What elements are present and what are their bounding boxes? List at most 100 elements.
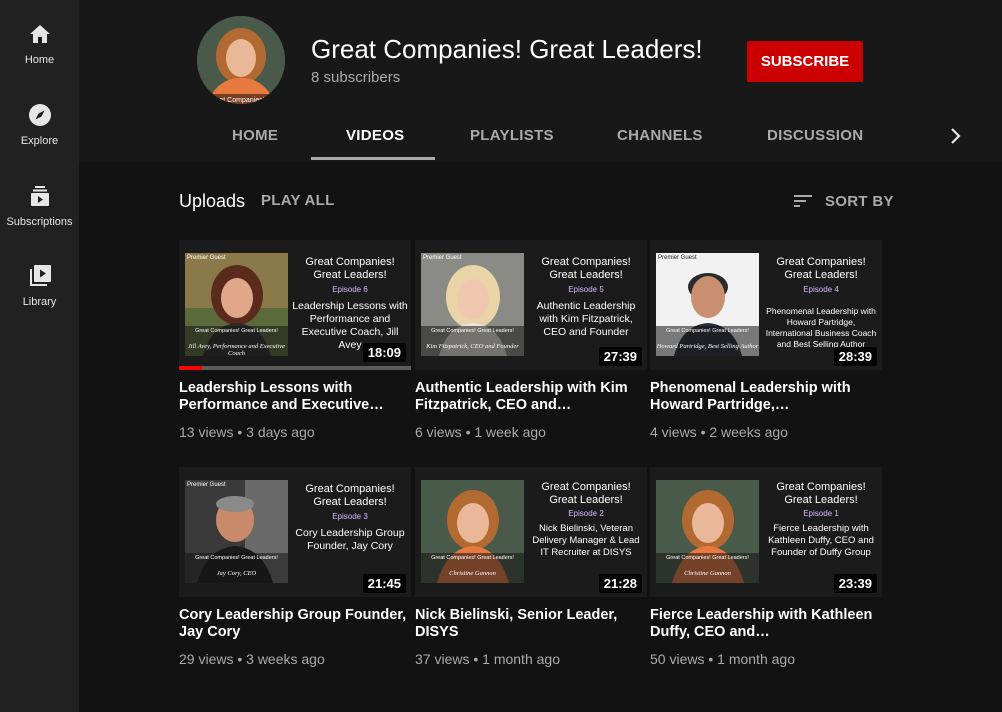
video-thumbnail[interactable]: Premier Guest Great Companies! Great Lea… — [179, 240, 411, 370]
strip-title: Great Companies! Great Leaders! — [666, 328, 749, 334]
thumbnail-description: Nick Bielinski, Veteran Delivery Manager… — [532, 523, 640, 558]
video-meta: 4 views • 2 weeks ago — [650, 424, 788, 440]
video-card[interactable]: Premier Guest Great Companies! Great Lea… — [179, 240, 411, 440]
thumbnail-heading: Great Companies! Great Leaders! — [776, 256, 866, 281]
thumbnail-description: Authentic Leadership with Kim Fitzpatric… — [536, 300, 636, 338]
sidebar: Home Explore Subscriptions Library — [0, 0, 79, 712]
thumbnail-caption-strip: Great Companies! Great Leaders! Jill Ave… — [185, 326, 288, 357]
episode-label: Episode 6 — [332, 285, 368, 294]
subscriptions-icon — [30, 186, 49, 206]
video-title[interactable]: Leadership Lessons with Performance and … — [179, 380, 411, 414]
premier-guest-label: Premier Guest — [187, 482, 226, 488]
chevron-right-icon[interactable] — [943, 124, 967, 148]
thumbnail-description: Cory Leadership Group Founder, Jay Cory — [295, 527, 405, 552]
tab-videos[interactable]: VIDEOS — [346, 127, 404, 144]
uploads-heading: Uploads — [179, 191, 246, 211]
subscribe-button[interactable]: SUBSCRIBE — [747, 41, 863, 82]
video-card[interactable]: Premier Guest Great Companies! Great Lea… — [650, 240, 882, 440]
strip-title: Great Companies! Great Leaders! — [431, 328, 514, 334]
play-all-button[interactable]: PLAY ALL — [261, 192, 335, 209]
video-title[interactable]: Fierce Leadership with Kathleen Duffy, C… — [650, 607, 882, 641]
sidebar-item-label: Explore — [20, 135, 59, 147]
sidebar-item-label: Subscriptions — [6, 216, 73, 228]
strip-signature: Jill Avey, Performance and Executive Coa… — [187, 343, 286, 357]
strip-signature: Christine Gannon — [684, 570, 731, 577]
thumbnail-description: Fierce Leadership with Kathleen Duffy, C… — [768, 523, 874, 558]
strip-signature: Howard Partridge, Best Selling Author — [656, 343, 759, 350]
thumbnail-description: Phenomenal Leadership with Howard Partri… — [765, 306, 877, 349]
video-card[interactable]: Great Companies! Great Leaders! Christin… — [650, 467, 882, 667]
video-card[interactable]: Premier Guest Great Companies! Great Lea… — [415, 240, 647, 440]
video-title[interactable]: Nick Bielinski, Senior Leader, DISYS — [415, 607, 647, 641]
strip-title: Great Companies! Great Leaders! — [666, 555, 749, 561]
premier-guest-label: Premier Guest — [423, 255, 462, 261]
video-card[interactable]: Premier Guest Great Companies! Great Lea… — [179, 467, 411, 667]
library-icon — [29, 265, 51, 286]
episode-label: Episode 2 — [568, 509, 604, 518]
channel-header: Great Companies! Gr Great Companies! Gre… — [79, 0, 1002, 162]
compass-icon — [28, 104, 51, 126]
episode-label: Episode 4 — [803, 285, 839, 294]
strip-signature: Christine Gannon — [449, 570, 496, 577]
video-title[interactable]: Cory Leadership Group Founder, Jay Cory — [179, 607, 411, 641]
home-icon — [29, 25, 50, 43]
active-tab-indicator — [311, 157, 435, 160]
sidebar-item-explore[interactable]: Explore — [0, 103, 79, 175]
video-title[interactable]: Phenomenal Leadership with Howard Partri… — [650, 380, 882, 414]
video-duration: 27:39 — [598, 347, 642, 366]
sidebar-item-library[interactable]: Library — [0, 264, 79, 336]
avatar-portrait: Great Companies! Gr — [197, 16, 285, 104]
episode-label: Episode 3 — [332, 512, 368, 521]
sort-by-label: SORT BY — [825, 192, 894, 210]
video-thumbnail[interactable]: Premier Guest Great Companies! Great Lea… — [179, 467, 411, 597]
sort-icon — [794, 195, 812, 207]
channel-avatar[interactable]: Great Companies! Gr — [197, 16, 285, 104]
video-thumbnail[interactable]: Premier Guest Great Companies! Great Lea… — [415, 240, 647, 370]
thumbnail-caption-strip: Great Companies! Great Leaders! Jay Cory… — [185, 553, 288, 583]
tab-playlists[interactable]: PLAYLISTS — [470, 127, 554, 144]
watch-progress-bar — [179, 366, 411, 370]
watch-progress-fill — [179, 366, 203, 370]
video-thumbnail[interactable]: Great Companies! Great Leaders! Christin… — [415, 467, 647, 597]
premier-guest-label: Premier Guest — [187, 255, 226, 261]
thumbnail-caption-strip: Great Companies! Great Leaders! Christin… — [656, 553, 759, 583]
tab-discussion[interactable]: DISCUSSION — [767, 127, 863, 144]
strip-signature: Jay Cory, CEO — [216, 570, 257, 577]
sort-by-button[interactable]: SORT BY — [791, 189, 894, 213]
video-meta: 37 views • 1 month ago — [415, 651, 560, 667]
video-thumbnail[interactable]: Great Companies! Great Leaders! Christin… — [650, 467, 882, 597]
video-duration: 21:45 — [362, 574, 406, 593]
tab-home[interactable]: HOME — [232, 127, 278, 144]
video-meta: 13 views • 3 days ago — [179, 424, 315, 440]
thumbnail-heading: Great Companies! Great Leaders! — [541, 256, 631, 281]
thumbnail-heading: Great Companies! Great Leaders! — [305, 483, 395, 508]
video-meta: 29 views • 3 weeks ago — [179, 651, 325, 667]
thumbnail-caption-strip: Great Companies! Great Leaders! Christin… — [421, 553, 524, 583]
video-duration: 28:39 — [833, 347, 877, 366]
thumbnail-caption-strip: Great Companies! Great Leaders! Kim Fitz… — [421, 326, 524, 356]
thumbnail-heading: Great Companies! Great Leaders! — [776, 481, 866, 506]
channel-title: Great Companies! Great Leaders! — [311, 34, 703, 64]
strip-signature: Kim Fitzpatrick, CEO and Founder — [426, 343, 519, 350]
premier-guest-label: Premier Guest — [658, 255, 697, 261]
episode-label: Episode 5 — [568, 285, 604, 294]
videos-section: Uploads PLAY ALL SORT BY Premier Guest G… — [79, 162, 1002, 712]
video-duration: 21:28 — [598, 574, 642, 593]
sidebar-item-subscriptions[interactable]: Subscriptions — [0, 184, 79, 256]
video-card[interactable]: Great Companies! Great Leaders! Christin… — [415, 467, 647, 667]
subscriber-count: 8 subscribers — [311, 69, 401, 86]
strip-title: Great Companies! Great Leaders! — [195, 555, 278, 561]
video-thumbnail[interactable]: Premier Guest Great Companies! Great Lea… — [650, 240, 882, 370]
sidebar-item-label: Home — [24, 54, 55, 66]
video-title[interactable]: Authentic Leadership with Kim Fitzpatric… — [415, 380, 647, 414]
video-duration: 23:39 — [833, 574, 877, 593]
avatar-caption: Great Companies! Gr — [208, 97, 275, 104]
video-meta: 50 views • 1 month ago — [650, 651, 795, 667]
tab-channels[interactable]: CHANNELS — [617, 127, 703, 144]
thumbnail-heading: Great Companies! Great Leaders! — [305, 256, 395, 281]
sidebar-item-home[interactable]: Home — [0, 22, 79, 94]
strip-title: Great Companies! Great Leaders! — [195, 328, 278, 334]
strip-title: Great Companies! Great Leaders! — [431, 555, 514, 561]
video-meta: 6 views • 1 week ago — [415, 424, 546, 440]
sidebar-item-label: Library — [22, 296, 57, 308]
